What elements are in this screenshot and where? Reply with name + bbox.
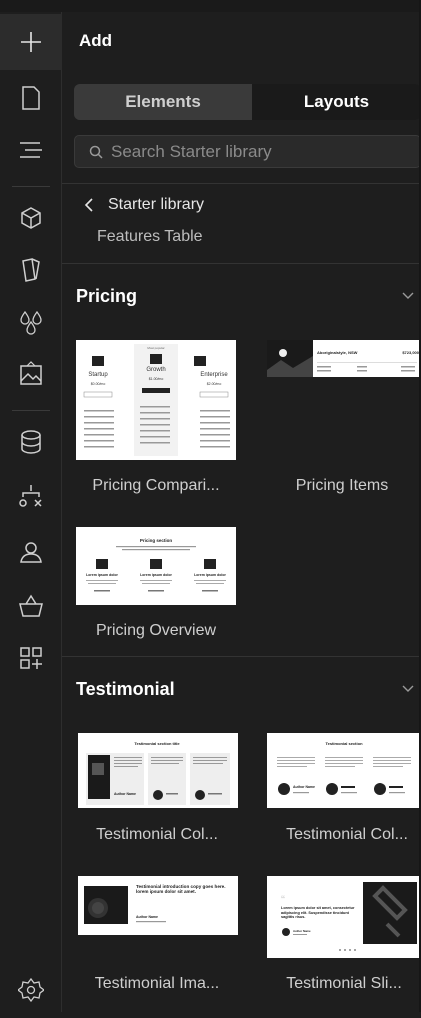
pricing-comparison-preview: Most popular Startup Growth Enterprise $… bbox=[83, 344, 230, 456]
ecommerce-button[interactable] bbox=[0, 578, 62, 634]
cms-button[interactable] bbox=[0, 414, 62, 470]
preview-price: $0.00/mo bbox=[91, 382, 106, 386]
components-button[interactable] bbox=[0, 190, 62, 246]
header-divider bbox=[62, 183, 421, 184]
testimonial-image-preview: Testimonial introduction copy goes here.… bbox=[84, 884, 226, 924]
section-divider bbox=[62, 263, 421, 264]
layout-label[interactable]: Pricing Overview bbox=[66, 622, 246, 640]
preview-title: Testimonial introduction copy goes here.… bbox=[136, 884, 226, 895]
breadcrumb-back[interactable]: Starter library bbox=[84, 196, 204, 214]
layout-label[interactable]: Pricing Compari... bbox=[66, 477, 246, 495]
layout-thumb-pricing-comparison[interactable]: Most popular Startup Growth Enterprise $… bbox=[76, 340, 236, 460]
rail-top-strip bbox=[0, 0, 62, 12]
navigator-button[interactable] bbox=[0, 122, 62, 178]
chevron-down-icon[interactable] bbox=[402, 685, 414, 693]
preview-column: Lorem ipsum dolor bbox=[194, 573, 226, 577]
apps-button[interactable] bbox=[0, 630, 62, 686]
svg-text:“: “ bbox=[281, 893, 285, 907]
ecommerce-icon bbox=[19, 594, 43, 617]
preview-title: Pricing section bbox=[140, 538, 173, 543]
preview-tier: Enterprise bbox=[200, 372, 228, 378]
layout-thumb-testimonial-image[interactable]: Testimonial introduction copy goes here.… bbox=[78, 876, 238, 935]
breadcrumb-label: Starter library bbox=[108, 196, 205, 213]
tab-elements[interactable]: Elements bbox=[74, 84, 252, 120]
layout-label[interactable]: Pricing Items bbox=[252, 477, 421, 495]
preview-tier: Startup bbox=[88, 372, 108, 378]
rail-divider bbox=[12, 410, 50, 411]
layout-thumb-pricing-overview[interactable]: Pricing section Lorem ipsum dolor Lorem … bbox=[76, 527, 236, 605]
partial-item-label: Features Table bbox=[97, 228, 203, 245]
section-title-testimonial[interactable]: Testimonial bbox=[76, 679, 175, 700]
layout-label[interactable]: Testimonial Ima... bbox=[67, 975, 247, 993]
add-button[interactable] bbox=[0, 14, 62, 70]
section-title-pricing[interactable]: Pricing bbox=[76, 286, 137, 307]
testimonial-columns-preview: Testimonial section Author Name bbox=[277, 741, 411, 795]
layout-thumb-testimonial-slider[interactable]: “ Lorem ipsum dolor sit amet, consectetu… bbox=[267, 876, 421, 958]
logic-button[interactable] bbox=[0, 468, 62, 524]
add-panel: Add Elements Layouts Starter library Fea… bbox=[62, 0, 421, 1012]
preview-price: $1.00/mo bbox=[149, 377, 164, 381]
layout-thumb-pricing-items[interactable]: Aboriginalstyle, NSW $723,000 bbox=[267, 340, 421, 377]
preview-price: $723,000 bbox=[402, 350, 419, 355]
chevron-down-icon[interactable] bbox=[402, 292, 414, 300]
navigator-icon bbox=[20, 142, 42, 158]
layout-label[interactable]: Testimonial Col... bbox=[67, 826, 247, 844]
preview-column: Lorem ipsum dolor bbox=[86, 573, 118, 577]
pricing-overview-preview: Pricing section Lorem ipsum dolor Lorem … bbox=[86, 538, 226, 592]
style-selectors-icon bbox=[22, 258, 40, 282]
layout-thumb-testimonial-columns-2[interactable]: Testimonial section Author Name bbox=[267, 733, 421, 808]
apps-icon bbox=[20, 647, 42, 669]
preview-heading: Aboriginalstyle, NSW bbox=[317, 350, 358, 355]
pricing-items-preview: Aboriginalstyle, NSW $723,000 bbox=[267, 340, 420, 377]
cms-icon bbox=[21, 430, 41, 454]
page-icon bbox=[22, 86, 40, 110]
search-icon bbox=[89, 145, 103, 159]
testimonial-columns-preview: Testimonial section title Author Name bbox=[86, 741, 230, 805]
testimonial-slider-preview: “ Lorem ipsum dolor sit amet, consectetu… bbox=[281, 882, 417, 951]
layout-label[interactable]: Testimonial Col... bbox=[257, 826, 421, 844]
chevron-left-icon bbox=[84, 198, 93, 212]
preview-price: $2.00/mo bbox=[207, 382, 222, 386]
preview-author: Author Name bbox=[293, 785, 315, 789]
preview-tag: Most popular bbox=[147, 346, 164, 350]
panel-top-strip bbox=[62, 0, 421, 12]
search-input[interactable] bbox=[111, 141, 420, 162]
users-button[interactable] bbox=[0, 524, 62, 580]
rail-divider bbox=[12, 186, 50, 187]
preview-author: Author Name bbox=[293, 929, 311, 933]
assets-button[interactable] bbox=[0, 346, 62, 402]
settings-icon bbox=[18, 977, 44, 1003]
style-selectors-button[interactable] bbox=[0, 242, 62, 298]
preview-title: Lorem ipsum dolor sit amet, consectetur … bbox=[281, 906, 355, 920]
tab-switcher: Elements Layouts bbox=[74, 84, 421, 120]
preview-author: Author Name bbox=[136, 915, 158, 919]
preview-tier: Growth bbox=[146, 367, 165, 373]
add-icon bbox=[21, 32, 41, 52]
preview-author: Author Name bbox=[114, 792, 136, 796]
preview-title: Testimonial section bbox=[325, 741, 363, 746]
layout-thumb-testimonial-columns-1[interactable]: Testimonial section title Author Name bbox=[78, 733, 238, 808]
preview-title: Testimonial section title bbox=[134, 741, 180, 746]
pages-button[interactable] bbox=[0, 70, 62, 126]
left-toolbar bbox=[0, 0, 62, 1012]
assets-icon bbox=[20, 361, 42, 385]
components-icon bbox=[21, 207, 41, 229]
search-box bbox=[74, 135, 421, 168]
users-icon bbox=[20, 542, 42, 563]
settings-button[interactable] bbox=[0, 962, 62, 1018]
logic-icon bbox=[19, 485, 42, 507]
panel-title: Add bbox=[79, 31, 113, 50]
section-divider bbox=[62, 656, 421, 657]
layout-label[interactable]: Testimonial Sli... bbox=[254, 975, 421, 993]
variables-button[interactable] bbox=[0, 294, 62, 350]
variables-icon bbox=[20, 310, 42, 335]
tab-layouts[interactable]: Layouts bbox=[252, 84, 421, 120]
preview-column: Lorem ipsum dolor bbox=[140, 573, 172, 577]
